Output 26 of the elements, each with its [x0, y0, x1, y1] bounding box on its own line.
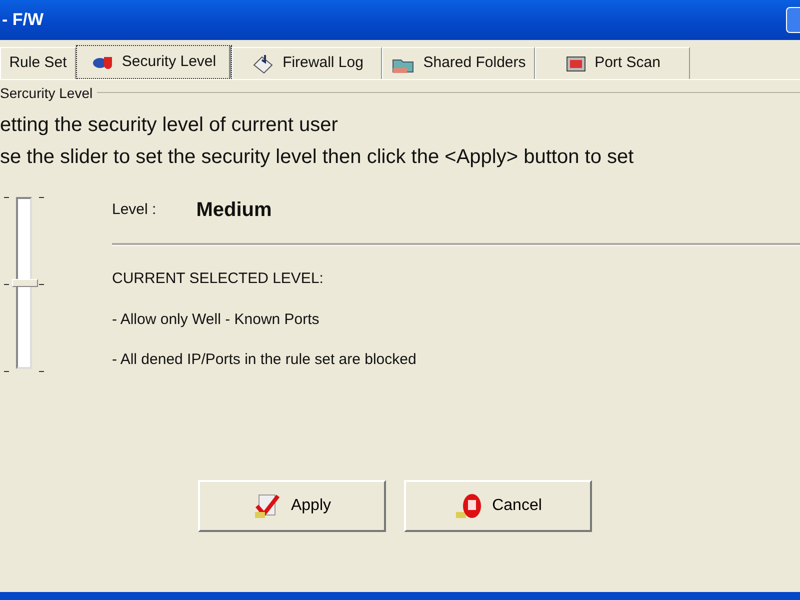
tab[interactable]: Security Level [76, 45, 232, 79]
detail-text: CURRENT SELECTED LEVEL: [112, 269, 324, 289]
window-title: - F/W [1, 9, 44, 32]
instruction-text: etting the security level of current user [0, 113, 339, 138]
slider-tick [4, 197, 9, 198]
tab[interactable]: Rule Set [0, 47, 76, 79]
slider-tick [4, 284, 9, 285]
button[interactable]: Apply [198, 480, 386, 532]
tab[interactable]: Firewall Log [232, 47, 382, 79]
detail-text: - Allow only Well - Known Ports [112, 310, 320, 330]
monitor-icon [564, 54, 587, 74]
tab[interactable]: Shared Folders [382, 47, 535, 79]
button[interactable]: Cancel [404, 480, 592, 532]
shield-icon [92, 54, 114, 70]
instruction-text: se the slider to set the security level then click the <Apply> button to set [0, 145, 635, 170]
detail-text: - All dened IP/Ports in the rule set are blocked [112, 350, 418, 370]
slider-thumb[interactable] [12, 279, 38, 287]
level-value: Medium [196, 198, 272, 223]
tab[interactable]: Port Scan [535, 47, 690, 79]
minimize-button[interactable] [786, 7, 800, 33]
level-label: Level : [112, 200, 156, 220]
slider-tick [4, 371, 9, 372]
slider-tick [39, 284, 44, 285]
slider-tick [39, 197, 44, 198]
slider-tick [39, 371, 44, 372]
document-icon [250, 52, 275, 74]
